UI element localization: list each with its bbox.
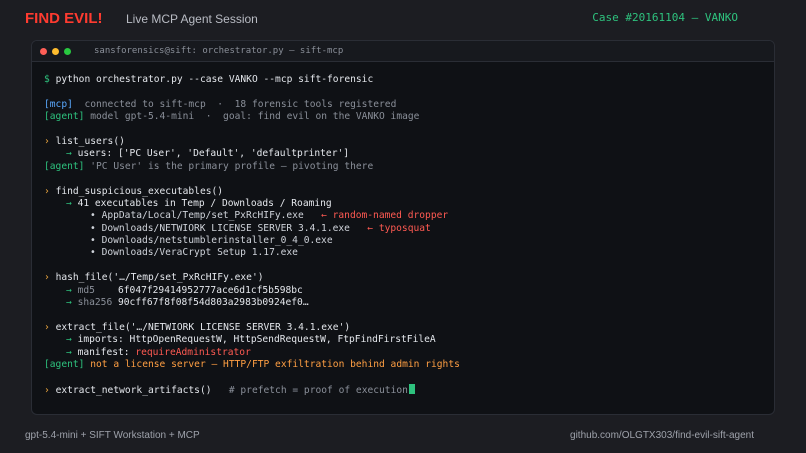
prompt-symbol: $ [44,74,50,85]
result-arrow-icon: → [66,148,72,160]
call-marker-icon: › [44,384,50,396]
manifest-line: → manifest: requireAdministrator [44,347,774,359]
list-item: • Downloads/NETWIORK LICENSE SERVER 3.4.… [44,223,774,235]
list-item: • Downloads/VeraCrypt Setup 1.17.exe [44,247,774,259]
result-arrow-icon: → [66,334,72,346]
footer-repo-link[interactable]: github.com/OLGTX303/find-evil-sift-agent [570,430,754,441]
tool-call-network-artifacts: › extract_network_artifacts() # prefetch… [44,383,774,396]
terminal-output: $ python orchestrator.py --case VANKO --… [32,62,774,396]
result-arrow-icon: → [66,284,72,296]
md5-value: 6f047f29414952777ace6d1cf5b598bc [118,284,303,296]
agent-tag: [agent] [44,358,85,370]
hash-md5-line: → md5 6f047f29414952777ace6d1cf5b598bc [44,285,774,297]
mcp-tag: [mcp] [44,98,73,110]
manifest-label: manifest: [77,346,136,358]
agent-message: model gpt-5.4-mini · goal: find evil on … [84,111,420,123]
agent-tag: [agent] [44,111,85,123]
agent-verdict: not a license server — HTTP/FTP exfiltra… [84,358,460,370]
tool-result: → users: ['PC User', 'Default', 'default… [44,148,774,160]
tool-call-extract-file: › extract_file('…/NETWIORK LICENSE SERVE… [44,322,774,334]
call-marker-icon: › [44,272,50,284]
result-text: users: ['PC User', 'Default', 'defaultpr… [77,148,350,160]
sha256-label: sha256 [77,297,113,309]
tool-call-text: extract_network_artifacts() [55,384,212,396]
tool-call-hash-file: › hash_file('…/Temp/set_PxRcHIFy.exe') [44,272,774,284]
finding-note: random-named dropper [332,210,449,222]
command-line: $ python orchestrator.py --case VANKO --… [44,74,774,86]
tool-call-text: hash_file('…/Temp/set_PxRcHIFy.exe') [55,272,264,284]
bullet-icon: • [90,222,96,234]
agent-verdict-line: [agent] not a license server — HTTP/FTP … [44,359,774,371]
session-subtitle: Live MCP Agent Session [126,12,258,26]
note-arrow-icon: ← [367,222,374,234]
imports-text: imports: HttpOpenRequestW, HttpSendReque… [77,334,436,346]
close-window-icon[interactable] [40,47,47,55]
case-label: Case #20161104 — VANKO [592,11,738,24]
result-text: 41 executables in Temp / Downloads / Roa… [77,197,332,209]
manifest-value: requireAdministrator [135,346,251,358]
file-path: Downloads/netstumblerinstaller_0_4_0.exe [101,235,333,247]
hash-sha256-line: → sha256 90cff67f8f08f54d803a2983b0924ef… [44,297,774,309]
call-marker-icon: › [44,185,50,197]
result-arrow-icon: → [66,197,72,209]
mcp-status-line: [mcp] connected to sift-mcp · 18 forensi… [44,99,774,111]
agent-status-line: [agent] model gpt-5.4-mini · goal: find … [44,111,774,123]
terminal-titlebar: sansforensics@sift: orchestrator.py — si… [32,41,774,62]
md5-label: md5 [77,284,95,296]
imports-line: → imports: HttpOpenRequestW, HttpSendReq… [44,334,774,346]
file-path: AppData/Local/Temp/set_PxRcHIFy.exe [101,210,304,222]
minimize-window-icon[interactable] [52,47,59,55]
bullet-icon: • [90,210,96,222]
agent-tag: [agent] [44,160,85,172]
terminal-cursor [408,383,415,394]
list-item: • AppData/Local/Temp/set_PxRcHIFy.exe ← … [44,210,774,222]
list-item: • Downloads/netstumblerinstaller_0_4_0.e… [44,235,774,247]
tool-call-text: find_suspicious_executables() [55,185,224,197]
result-arrow-icon: → [66,297,72,309]
bullet-icon: • [90,247,96,259]
call-marker-icon: › [44,321,50,333]
tool-call-find-suspicious: › find_suspicious_executables() [44,186,774,198]
tool-call-text: extract_file('…/NETWIORK LICENSE SERVER … [55,321,351,333]
agent-note-line: [agent] 'PC User' is the primary profile… [44,161,774,173]
note-arrow-icon: ← [321,210,327,222]
comment-text: # prefetch = proof of execution [211,384,408,396]
file-path: Downloads/VeraCrypt Setup 1.17.exe [101,247,298,259]
call-marker-icon: › [44,135,50,147]
tool-call-list-users: › list_users() [44,136,774,148]
terminal-title: sansforensics@sift: orchestrator.py — si… [94,46,344,56]
terminal-window[interactable]: sansforensics@sift: orchestrator.py — si… [31,40,775,415]
result-arrow-icon: → [66,346,72,358]
tool-result: → 41 executables in Temp / Downloads / R… [44,198,774,210]
footer-stack-label: gpt-5.4-mini + SIFT Workstation + MCP [25,430,200,441]
tool-call-text: list_users() [55,135,125,147]
agent-note: 'PC User' is the primary profile — pivot… [84,160,374,172]
mcp-message: connected to sift-mcp · 18 forensic tool… [72,98,397,110]
maximize-window-icon[interactable] [64,47,71,55]
sha256-value: 90cff67f8f08f54d803a2983b0924ef0… [118,297,309,309]
app-brand-title: FIND EVIL! [25,10,103,27]
command-text: python orchestrator.py --case VANKO --mc… [55,74,374,85]
file-path: Downloads/NETWIORK LICENSE SERVER 3.4.1.… [101,222,350,234]
bullet-icon: • [90,235,96,247]
finding-note: typosquat [378,222,431,234]
